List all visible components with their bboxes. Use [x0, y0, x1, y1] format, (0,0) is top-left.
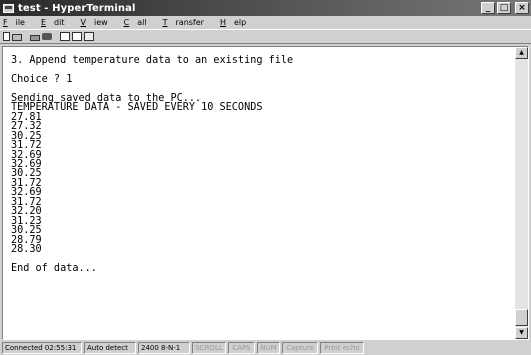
status-num: NUM — [257, 342, 280, 354]
terminal-output: 3. Append temperature data to an existin… — [3, 47, 515, 273]
minimize-button[interactable]: _ — [481, 2, 495, 14]
menu-help[interactable]: Help — [220, 18, 254, 27]
toolbar — [0, 29, 531, 44]
terminal-line: 28.30 — [11, 244, 42, 256]
new-icon[interactable] — [3, 32, 10, 41]
scroll-up-button[interactable]: ▲ — [515, 47, 528, 59]
menu-bar: File Edit View Call Transfer Help — [0, 16, 531, 29]
maximize-button[interactable]: □ — [497, 2, 511, 14]
menu-call[interactable]: Call — [124, 18, 155, 27]
status-caps: CAPS — [228, 342, 255, 354]
terminal-line: 3. Append temperature data to an existin… — [11, 55, 294, 66]
status-detect: Auto detect — [84, 342, 136, 354]
status-scroll: SCROLL — [192, 342, 226, 354]
receive-icon[interactable] — [72, 32, 82, 41]
terminal-line: Choice ? 1 — [11, 73, 73, 85]
terminal-line: TEMPERATURE DATA - SAVED EVERY 10 SECOND… — [11, 102, 263, 114]
menu-view[interactable]: View — [80, 18, 115, 27]
title-bar[interactable]: test - HyperTerminal _ □ × — [0, 0, 531, 16]
terminal-line: End of data... — [11, 262, 97, 274]
call-icon[interactable] — [42, 33, 52, 40]
menu-edit[interactable]: Edit — [41, 18, 73, 27]
vertical-scrollbar[interactable]: ▲ ▼ — [515, 47, 528, 339]
properties-icon[interactable] — [84, 32, 94, 41]
status-capture: Capture — [282, 342, 318, 354]
status-connected: Connected 02:55:31 — [2, 342, 82, 354]
disconnect-icon[interactable] — [30, 34, 40, 41]
terminal-frame: 3. Append temperature data to an existin… — [2, 46, 529, 340]
menu-file[interactable]: File — [3, 18, 33, 27]
status-settings: 2400 8-N-1 — [138, 342, 190, 354]
menu-transfer[interactable]: Transfer — [163, 18, 212, 27]
window-title: test - HyperTerminal — [18, 2, 136, 14]
resize-grip[interactable] — [366, 342, 529, 354]
open-icon[interactable] — [12, 34, 22, 41]
hyperterminal-app-icon[interactable] — [3, 3, 14, 13]
status-bar: Connected 02:55:31 Auto detect 2400 8-N-… — [0, 341, 531, 355]
status-print-echo: Print echo — [320, 342, 364, 354]
hyperterminal-window: test - HyperTerminal _ □ × File Edit Vie… — [0, 0, 531, 355]
close-button[interactable]: × — [515, 2, 529, 14]
send-icon[interactable] — [60, 32, 70, 41]
scroll-down-button[interactable]: ▼ — [515, 327, 528, 339]
terminal-screen[interactable]: 3. Append temperature data to an existin… — [3, 47, 515, 339]
scroll-thumb[interactable] — [515, 309, 528, 326]
